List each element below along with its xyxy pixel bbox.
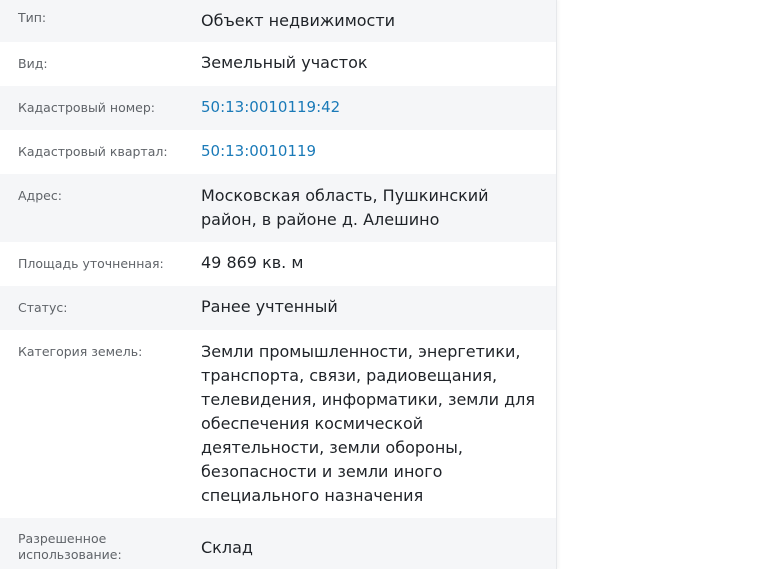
kind-value: Земельный участок — [201, 53, 368, 72]
status-value: Ранее учтенный — [201, 297, 338, 316]
property-row-cadastral-quarter: Кадастровый квартал: 50:13:0010119 — [0, 130, 556, 174]
permitted-use-label: Разрешенное использование: — [18, 531, 122, 562]
property-row-kind: Вид: Земельный участок — [0, 42, 556, 86]
property-row-land-category: Категория земель: Земли промышленности, … — [0, 330, 556, 518]
type-value: Объект недвижимости — [201, 11, 396, 30]
land-category-label: Категория земель: — [18, 344, 143, 359]
cadastral-quarter-link[interactable]: 50:13:0010119 — [201, 139, 546, 163]
land-category-value: Земли промышленности, энергетики, трансп… — [201, 342, 535, 505]
type-label: Тип: — [18, 10, 47, 25]
address-label: Адрес: — [18, 188, 62, 203]
cadastral-quarter-label: Кадастровый квартал: — [18, 144, 168, 159]
address-value: Московская область, Пушкинский район, в … — [201, 186, 489, 229]
property-row-permitted-use: Разрешенное использование: Склад — [0, 518, 556, 569]
area-value: 49 869 кв. м — [201, 253, 304, 272]
cadastral-number-link[interactable]: 50:13:0010119:42 — [201, 95, 546, 119]
kind-label: Вид: — [18, 56, 48, 71]
permitted-use-value: Склад — [201, 538, 253, 557]
property-row-cadastral-number: Кадастровый номер: 50:13:0010119:42 — [0, 86, 556, 130]
property-row-address: Адрес: Московская область, Пушкинский ра… — [0, 174, 556, 242]
cadastral-number-label: Кадастровый номер: — [18, 100, 155, 115]
status-label: Статус: — [18, 300, 68, 315]
property-info-panel: Тип: Объект недвижимости Вид: Земельный … — [0, 0, 557, 569]
area-label: Площадь уточненная: — [18, 256, 164, 271]
property-row-status: Статус: Ранее учтенный — [0, 286, 556, 330]
property-row-area: Площадь уточненная: 49 869 кв. м — [0, 242, 556, 286]
property-row-type: Тип: Объект недвижимости — [0, 0, 556, 42]
